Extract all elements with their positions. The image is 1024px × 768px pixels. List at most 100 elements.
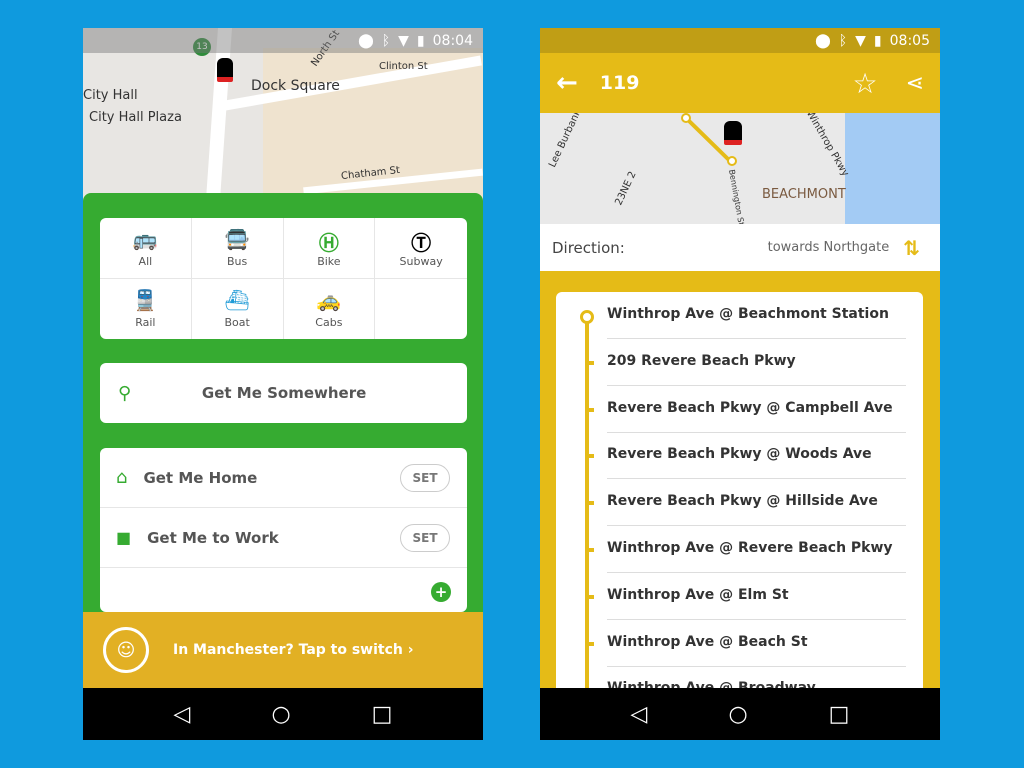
route-map[interactable]: BEACHMONT Winthrop Pkwy Lee Burbank 23NE… — [540, 113, 940, 224]
map-label: City Hall — [83, 88, 138, 103]
direction-row[interactable]: Direction: towards Northgate ⇅ — [540, 224, 940, 275]
stop-marker — [580, 310, 594, 324]
stop-item[interactable]: Winthrop Ave @ Revere Beach Pkwy — [556, 526, 923, 573]
home-nav-icon[interactable]: ○ — [271, 702, 290, 727]
favorite-work[interactable]: ■ Get Me to Work SET — [100, 508, 467, 568]
map-label: BEACHMONT — [762, 187, 846, 202]
stop-marker — [585, 641, 594, 646]
app-bar: ← 119 ☆ ⋖ — [540, 53, 940, 113]
favorite-label: Get Me to Work — [147, 528, 279, 547]
bluetooth-icon: ᛒ — [381, 32, 391, 49]
mode-grid: 🚌 All 🚍 Bus Ⓗ Bike Ⓣ Subway 🚆 Rail ⛴ Boat 🚕 Cab… — [100, 218, 467, 339]
stop-name: Revere Beach Pkwy @ Woods Ave — [607, 446, 872, 463]
status-time: 08:05 — [889, 32, 930, 49]
mode-rail[interactable]: 🚆 Rail — [100, 278, 192, 339]
battery-icon: ▮ — [873, 32, 882, 49]
stop-marker — [585, 360, 594, 365]
location-icon: ⬤ — [815, 32, 831, 49]
favorite-home[interactable]: ⌂ Get Me Home SET — [100, 448, 467, 508]
mode-cabs[interactable]: 🚕 Cabs — [284, 278, 376, 339]
mode-subway[interactable]: Ⓣ Subway — [375, 218, 467, 279]
mode-label: Subway — [399, 255, 443, 269]
boat-icon: ⛴ — [224, 288, 250, 313]
battery-icon: ▮ — [416, 32, 425, 49]
recents-nav-icon[interactable]: □ — [829, 702, 850, 727]
stop-item[interactable]: Winthrop Ave @ Beach St — [556, 620, 923, 667]
stop-marker — [585, 501, 594, 506]
stop-name: Winthrop Ave @ Elm St — [607, 586, 789, 603]
mode-label: Rail — [135, 316, 156, 330]
mode-all[interactable]: 🚌 All — [100, 218, 192, 279]
set-home-button[interactable]: SET — [400, 463, 450, 492]
mode-bike[interactable]: Ⓗ Bike — [283, 218, 376, 279]
empty-cell — [375, 279, 467, 340]
wifi-icon: ▼ — [398, 32, 409, 49]
back-nav-icon[interactable]: ◁ — [631, 702, 648, 727]
home-nav-icon[interactable]: ○ — [728, 702, 747, 727]
stop-marker — [585, 407, 594, 412]
briefcase-icon: ■ — [116, 528, 132, 547]
stop-marker — [585, 594, 594, 599]
android-nav-bar: ◁ ○ □ — [83, 688, 483, 740]
back-nav-icon[interactable]: ◁ — [174, 702, 191, 727]
bus-marker[interactable] — [724, 121, 742, 145]
android-nav-bar: ◁ ○ □ — [540, 688, 940, 740]
mode-bus[interactable]: 🚍 Bus — [191, 218, 284, 279]
search-icon: ⚲ — [118, 382, 132, 404]
globe-mascot-icon: ☺ — [103, 627, 149, 673]
subway-t-icon: Ⓣ — [411, 231, 432, 256]
taxi-icon: 🚕 — [316, 288, 342, 313]
map-label: City Hall Plaza — [89, 110, 182, 125]
mode-label: Cabs — [315, 316, 343, 330]
mode-label: Bike — [317, 255, 341, 269]
left-phone-screen: Dock Square City Hall City Hall Plaza No… — [83, 28, 483, 740]
bus-stop-marker[interactable] — [217, 58, 233, 82]
stop-marker — [585, 548, 594, 552]
swap-direction-icon[interactable]: ⇅ — [903, 236, 920, 260]
mode-label: All — [138, 255, 153, 269]
stop-item[interactable]: Winthrop Ave @ Elm St — [556, 573, 923, 620]
favorite-label: Get Me Home — [143, 468, 258, 487]
stop-marker — [585, 454, 594, 459]
back-arrow-icon[interactable]: ← — [556, 68, 578, 98]
mode-boat[interactable]: ⛴ Boat — [192, 278, 284, 339]
recents-nav-icon[interactable]: □ — [372, 702, 393, 727]
rail-icon: 🚆 — [132, 288, 158, 313]
status-bar: ⬤ ᛒ ▼ ▮ 08:04 — [83, 28, 483, 53]
all-modes-icon: 🚌 — [132, 227, 158, 252]
bluetooth-icon: ᛒ — [838, 32, 848, 49]
map-label: Dock Square — [251, 78, 340, 94]
status-time: 08:04 — [432, 32, 473, 49]
mode-label: Boat — [224, 316, 250, 330]
map-label: Clinton St — [379, 61, 428, 72]
stop-name: Winthrop Ave @ Revere Beach Pkwy — [607, 540, 893, 556]
stop-list: Winthrop Ave @ Beachmont Station 209 Reve… — [556, 292, 923, 712]
stop-name: Revere Beach Pkwy @ Campbell Ave — [607, 399, 893, 416]
stop-item[interactable]: 209 Revere Beach Pkwy — [556, 339, 923, 386]
stop-item[interactable]: Revere Beach Pkwy @ Woods Ave — [556, 432, 923, 480]
stop-item[interactable]: Winthrop Ave @ Beachmont Station — [556, 292, 923, 339]
stop-name: Winthrop Ave @ Beachmont Station — [607, 306, 889, 322]
status-bar: ⬤ ᛒ ▼ ▮ 08:05 — [540, 28, 940, 53]
add-favorite-button[interactable]: + — [431, 582, 451, 602]
city-switch-banner[interactable]: ☺ In Manchester? Tap to switch › — [83, 612, 483, 688]
star-icon[interactable]: ☆ — [852, 67, 877, 100]
set-work-button[interactable]: SET — [400, 523, 450, 552]
stop-name: 209 Revere Beach Pkwy — [607, 352, 796, 369]
bus-icon: 🚍 — [224, 227, 250, 252]
stop-name: Winthrop Ave @ Beach St — [607, 633, 808, 650]
direction-label: Direction: — [552, 238, 625, 257]
direction-value: towards Northgate — [767, 240, 890, 255]
stop-item[interactable]: Revere Beach Pkwy @ Campbell Ave — [556, 386, 923, 433]
home-icon: ⌂ — [116, 467, 128, 488]
stop-item[interactable]: Revere Beach Pkwy @ Hillside Ave — [556, 479, 923, 527]
share-icon[interactable]: ⋖ — [906, 71, 924, 96]
stop-name: Revere Beach Pkwy @ Hillside Ave — [607, 493, 878, 510]
bike-share-icon: Ⓗ — [318, 231, 339, 256]
location-icon: ⬤ — [358, 32, 374, 49]
banner-text: In Manchester? Tap to switch › — [173, 642, 414, 658]
mode-label: Bus — [227, 255, 248, 269]
get-me-somewhere-button[interactable]: ⚲ Get Me Somewhere — [100, 363, 467, 423]
right-phone-screen: ⬤ ᛒ ▼ ▮ 08:05 ← 119 ☆ ⋖ BEACHMONT Winthrop … — [540, 28, 940, 740]
search-label: Get Me Somewhere — [201, 384, 367, 402]
